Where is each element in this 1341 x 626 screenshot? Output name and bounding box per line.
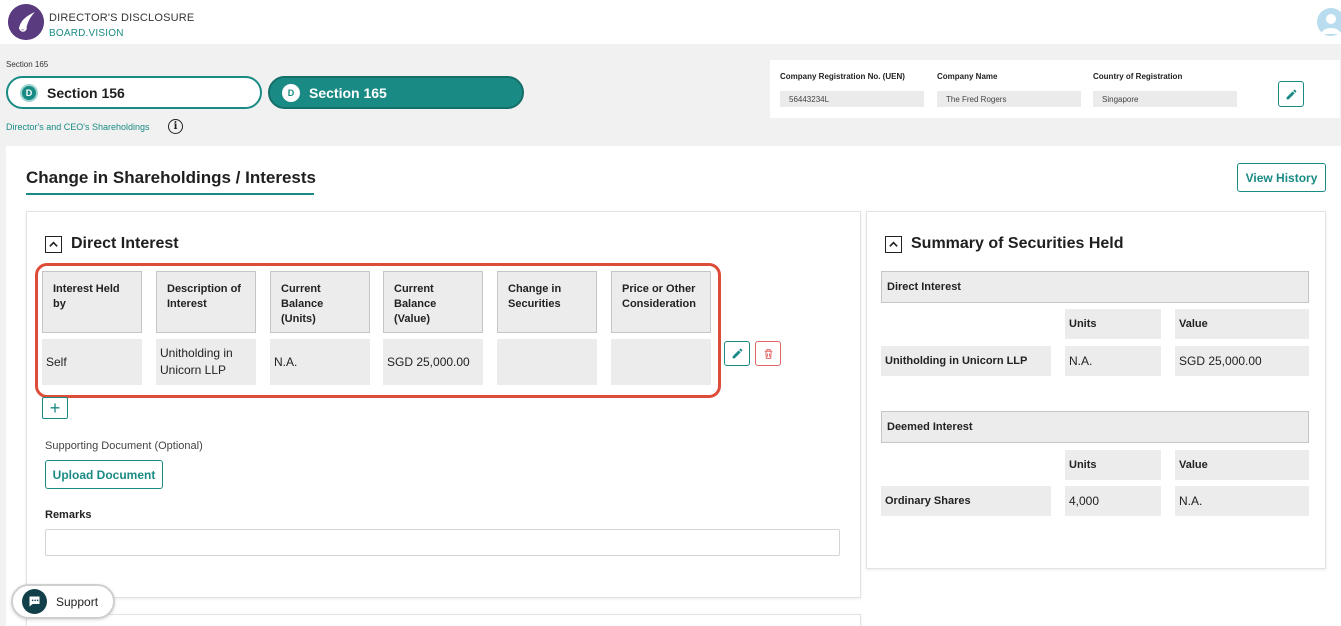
summary-units: N.A. [1065, 346, 1161, 376]
title-underline [26, 193, 314, 195]
uen-field: 56443234L [780, 91, 924, 107]
director-badge-icon: D [20, 83, 38, 102]
edit-company-button[interactable] [1278, 81, 1304, 107]
summary-value-header: Value [1175, 309, 1309, 339]
summary-group-heading: Direct Interest [881, 271, 1309, 303]
summary-units: 4,000 [1065, 486, 1161, 516]
support-button[interactable]: Support [11, 584, 115, 619]
summary-value: SGD 25,000.00 [1175, 346, 1309, 376]
summary-group-heading: Deemed Interest [881, 411, 1309, 443]
summary-units-header: Units [1065, 450, 1161, 480]
upload-document-button[interactable]: Upload Document [45, 460, 163, 489]
shareholdings-link[interactable]: Director's and CEO's Shareholdings [6, 122, 150, 132]
edit-row-button[interactable] [724, 341, 750, 366]
direct-interest-panel: Direct Interest Interest Held by Descrip… [26, 211, 861, 598]
chat-bubble-icon [22, 589, 47, 614]
app-title: DIRECTOR'S DISCLOSURE [49, 12, 195, 24]
summary-item: Ordinary Shares [881, 486, 1051, 516]
page-title: Change in Shareholdings / Interests [26, 168, 316, 187]
app-logo-icon[interactable] [8, 4, 44, 40]
add-row-button[interactable]: + [42, 397, 68, 419]
summary-item: Unitholding in Unicorn LLP [881, 346, 1051, 376]
chevron-up-icon [49, 241, 58, 247]
country-field: Singapore [1093, 91, 1237, 107]
summary-units-header: Units [1065, 309, 1161, 339]
summary-title: Summary of Securities Held [911, 235, 1124, 252]
main-card: Change in Shareholdings / Interests View… [6, 146, 1341, 626]
company-info-panel: Company Registration No. (UEN) 56443234L… [770, 60, 1340, 118]
tab-label: Section 156 [47, 84, 125, 101]
director-badge-icon: D [282, 83, 300, 102]
next-panel [26, 614, 861, 626]
pencil-icon [1286, 89, 1296, 99]
company-name-field: The Fred Rogers [937, 91, 1081, 107]
info-icon[interactable]: i [168, 119, 183, 134]
tab-label: Section 165 [309, 84, 387, 101]
collapse-summary-button[interactable] [885, 236, 902, 253]
tab-section-156[interactable]: D Section 156 [6, 76, 262, 109]
uen-label: Company Registration No. (UEN) [780, 72, 905, 81]
highlight-box [35, 263, 721, 398]
summary-panel: Summary of Securities Held Direct Intere… [866, 211, 1326, 569]
pencil-icon [732, 348, 742, 359]
app-subtitle: BOARD.VISION [49, 28, 124, 39]
summary-value: N.A. [1175, 486, 1309, 516]
view-history-button[interactable]: View History [1237, 163, 1326, 192]
delete-row-button[interactable] [755, 341, 781, 366]
top-bar: DIRECTOR'S DISCLOSURE BOARD.VISION [0, 0, 1341, 44]
collapse-direct-interest-button[interactable] [45, 236, 62, 253]
trash-icon [764, 348, 772, 359]
support-label: Support [56, 594, 99, 609]
tab-section-165[interactable]: D Section 165 [268, 76, 524, 109]
remarks-label: Remarks [45, 509, 92, 521]
chevron-up-icon [889, 241, 898, 247]
country-label: Country of Registration [1093, 72, 1183, 81]
remarks-input[interactable] [45, 529, 840, 556]
company-name-label: Company Name [937, 72, 998, 81]
direct-interest-title: Direct Interest [71, 235, 179, 252]
summary-value-header: Value [1175, 450, 1309, 480]
user-avatar[interactable] [1317, 8, 1341, 36]
supporting-document-label: Supporting Document (Optional) [45, 440, 203, 452]
section-caption: Section 165 [6, 60, 49, 69]
